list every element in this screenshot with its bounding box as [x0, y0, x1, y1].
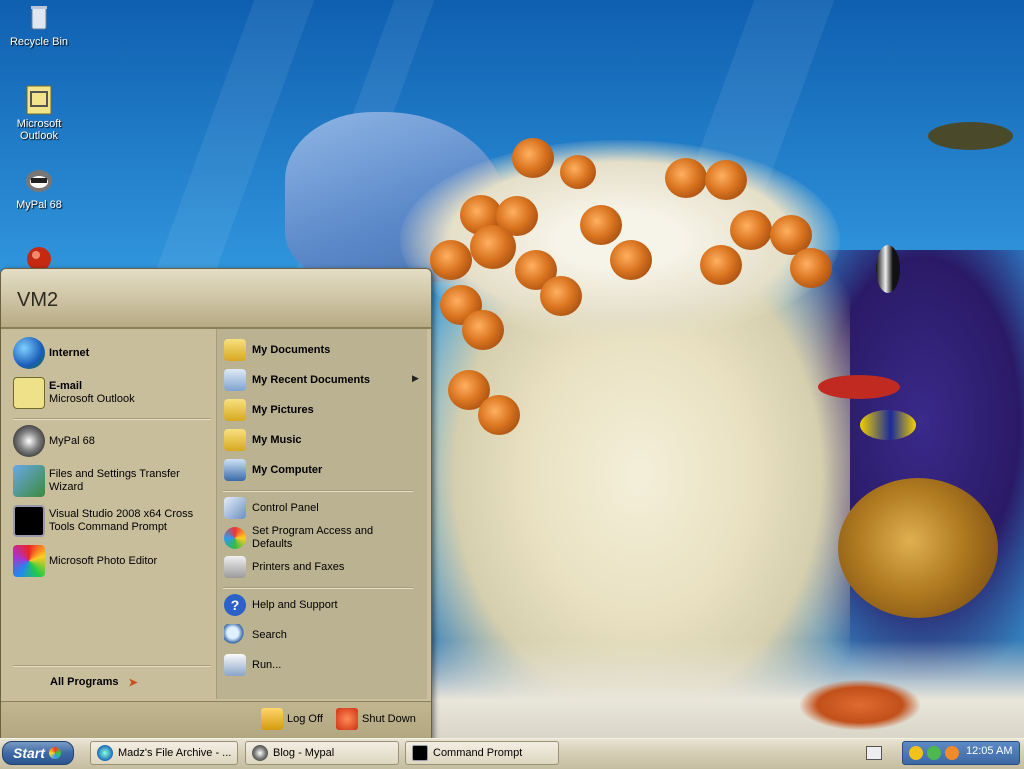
separator [223, 490, 413, 492]
desktop-icon-label: Recycle Bin [9, 36, 69, 48]
help-icon: ? [224, 594, 246, 616]
recycle-bin-icon [23, 2, 55, 34]
clock[interactable]: 12:05 AM [966, 745, 1012, 757]
globe-icon [13, 337, 45, 369]
network-icon[interactable] [927, 746, 941, 760]
start-menu: VM2 Internet E-mail Microsoft Outlook My… [0, 268, 432, 740]
photo-editor-icon [13, 545, 45, 577]
start-item-my-documents[interactable]: My Documents [224, 339, 330, 361]
start-item-my-music[interactable]: My Music [224, 429, 302, 451]
start-item-internet[interactable]: Internet [13, 337, 89, 369]
start-item-control-panel[interactable]: Control Panel [224, 497, 319, 519]
windows-flag-icon [48, 747, 61, 759]
browser-icon [97, 745, 113, 761]
desktop-icon-outlook[interactable]: Microsoft Outlook [1, 84, 77, 142]
shut-down-button[interactable]: Shut Down [336, 708, 416, 730]
start-menu-header: VM2 [1, 269, 431, 329]
start-item-mypal[interactable]: MyPal 68 [13, 425, 95, 457]
log-off-button[interactable]: Log Off [261, 708, 323, 730]
start-item-email[interactable]: E-mail Microsoft Outlook [13, 377, 135, 409]
start-menu-footer: Log Off Shut Down [1, 701, 431, 739]
control-panel-icon [224, 497, 246, 519]
task-browser[interactable]: Madz's File Archive - ... [90, 741, 238, 765]
start-item-search[interactable]: Search [224, 624, 287, 646]
start-item-my-pictures[interactable]: My Pictures [224, 399, 314, 421]
start-item-run[interactable]: Run... [224, 654, 281, 676]
folder-music-icon [224, 429, 246, 451]
start-item-photo-editor[interactable]: Microsoft Photo Editor [13, 545, 157, 577]
start-item-help[interactable]: ? Help and Support [224, 594, 338, 616]
start-item-transfer-wizard[interactable]: Files and Settings Transfer Wizard [13, 465, 203, 497]
separator [13, 418, 211, 420]
mypal-icon [23, 165, 55, 197]
all-programs-button[interactable]: All Programs ➤ [50, 676, 138, 689]
desktop-icon-recycle-bin[interactable]: Recycle Bin [1, 2, 77, 48]
task-mypal-blog[interactable]: Blog - Mypal [245, 741, 399, 765]
start-item-program-defaults[interactable]: Set Program Access and Defaults [224, 525, 404, 551]
keyboard-icon[interactable] [866, 746, 882, 760]
desktop-icon-label: MyPal 68 [16, 199, 62, 211]
desktop-icon-label: Microsoft Outlook [16, 118, 62, 142]
command-prompt-icon [412, 745, 428, 761]
transfer-wizard-icon [13, 465, 45, 497]
folder-documents-icon [224, 339, 246, 361]
search-icon [224, 624, 246, 646]
program-defaults-icon [224, 527, 246, 549]
security-shield-icon[interactable] [909, 746, 923, 760]
recent-documents-icon [224, 369, 246, 391]
power-icon [336, 708, 358, 730]
outlook-icon [13, 377, 45, 409]
folder-pictures-icon [224, 399, 246, 421]
mypal-icon [252, 745, 268, 761]
command-prompt-icon [13, 505, 45, 537]
separator [223, 587, 413, 589]
start-item-my-recent-documents[interactable]: My Recent Documents [224, 369, 370, 391]
arrow-right-icon: ➤ [128, 677, 138, 689]
taskbar: Start Madz's File Archive - ... Blog - M… [0, 738, 1024, 769]
outlook-icon [23, 84, 55, 116]
computer-icon [224, 459, 246, 481]
start-button[interactable]: Start [2, 741, 74, 765]
user-name: VM2 [17, 289, 59, 311]
start-item-vs-command-prompt[interactable]: Visual Studio 2008 x64 Cross Tools Comma… [13, 505, 203, 537]
search-tray-icon[interactable] [945, 746, 959, 760]
start-item-printers[interactable]: Printers and Faxes [224, 556, 344, 578]
run-icon [224, 654, 246, 676]
separator [13, 665, 211, 667]
submenu-arrow-icon: ▶ [412, 374, 419, 384]
key-icon [261, 708, 283, 730]
desktop-icon-mypal[interactable]: MyPal 68 [1, 165, 77, 211]
task-command-prompt[interactable]: Command Prompt [405, 741, 559, 765]
printer-icon [224, 556, 246, 578]
start-item-my-computer[interactable]: My Computer [224, 459, 322, 481]
mypal-icon [13, 425, 45, 457]
